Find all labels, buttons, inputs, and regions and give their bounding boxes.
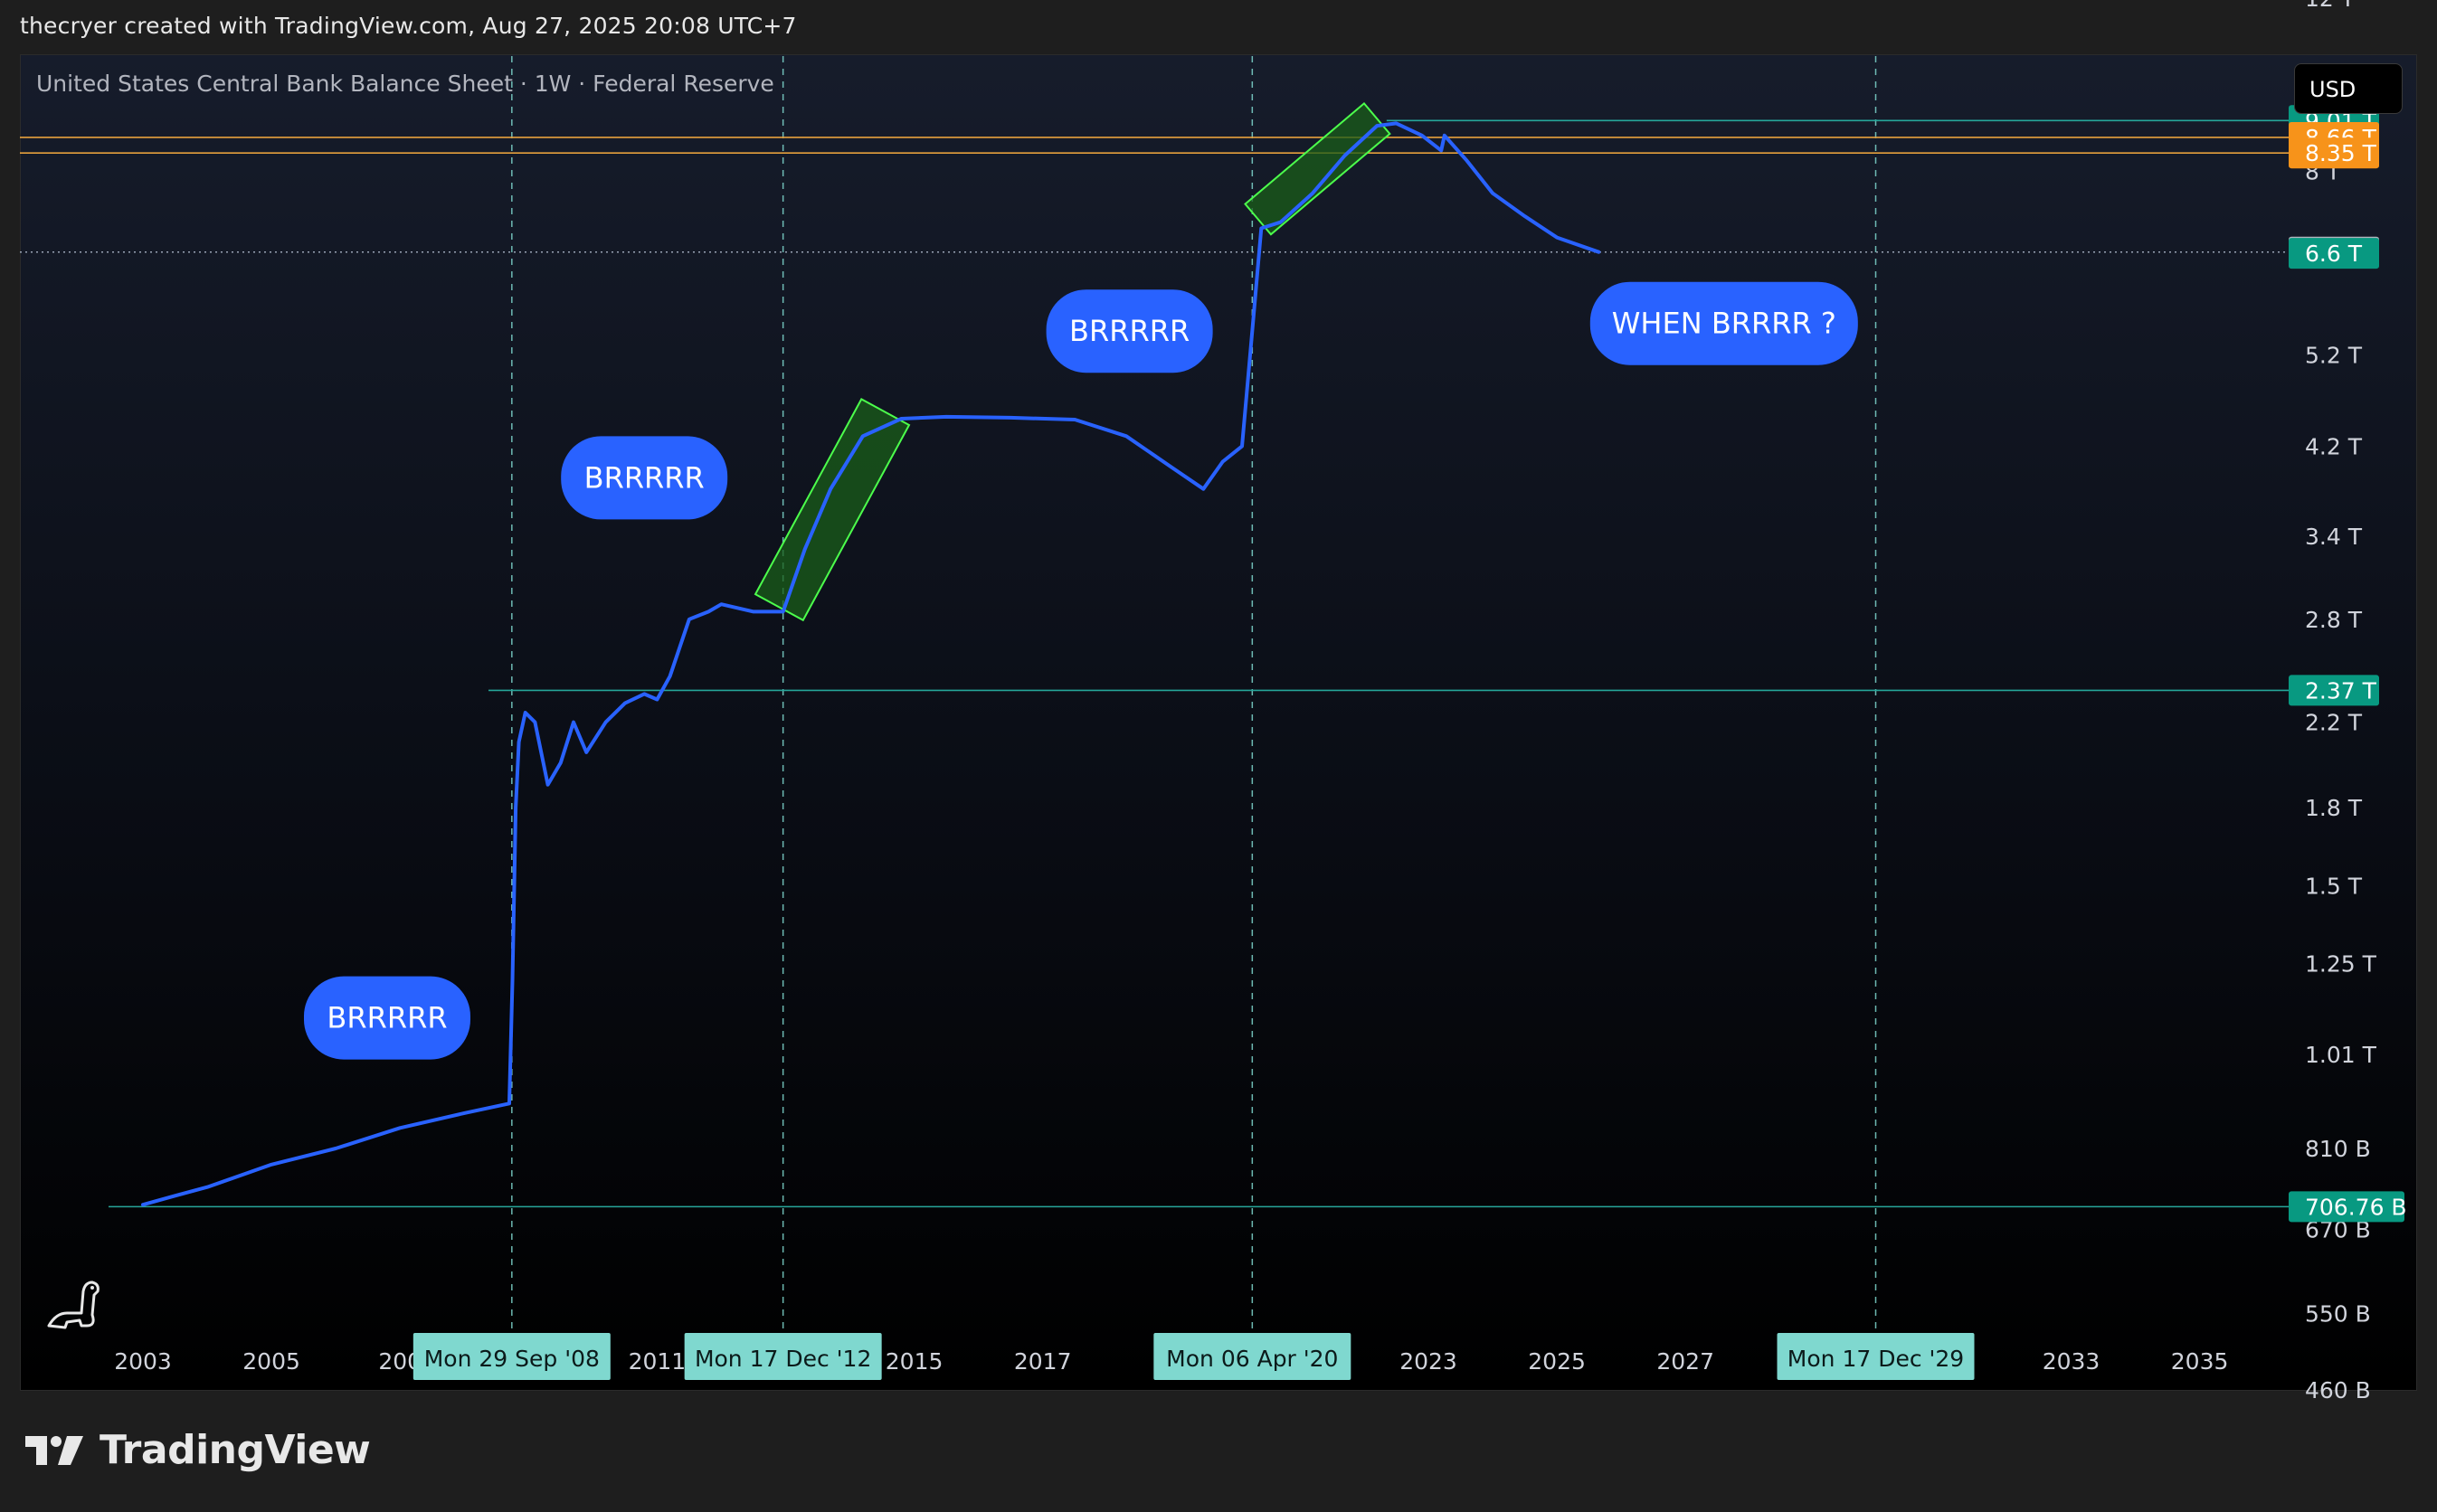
chart-legend: United States Central Bank Balance Sheet… <box>36 71 774 97</box>
tradingview-logo[interactable]: TradingView <box>24 1427 371 1473</box>
currency-button[interactable]: USD <box>2294 63 2403 114</box>
y-tick-label: 1.01 T <box>2305 1042 2377 1068</box>
y-tick-label: 1.5 T <box>2305 873 2363 899</box>
y-tick-label: 2.2 T <box>2305 710 2363 736</box>
x-tick-label: 2025 <box>1528 1348 1586 1375</box>
x-tick-label: 2015 <box>886 1348 944 1375</box>
tradingview-logo-icon <box>25 1435 83 1465</box>
annotation-text: BRRRRR <box>1069 314 1190 348</box>
x-tick-label: 2023 <box>1399 1348 1457 1375</box>
highlight-box-covid[interactable] <box>1244 101 1391 236</box>
y-tick-label: 5.2 T <box>2305 343 2363 369</box>
x-tick-label: 2027 <box>1656 1348 1714 1375</box>
y-tick-label: 460 B <box>2305 1377 2371 1403</box>
x-tick-label: 2017 <box>1014 1348 1072 1375</box>
annotation-text: WHEN BRRRR ? <box>1612 307 1836 341</box>
x-tick-label: 2011 <box>629 1348 687 1375</box>
date-marker-label: Mon 06 Apr '20 <box>1166 1346 1338 1372</box>
annotation-text: BRRRRR <box>584 460 705 495</box>
y-tick-label: 550 B <box>2305 1301 2371 1328</box>
y-tick-label: 810 B <box>2305 1136 2371 1162</box>
highlight-box-qe3[interactable] <box>754 397 911 622</box>
brand-name: TradingView <box>100 1427 371 1473</box>
price-label-text: 706.76 B <box>2305 1194 2407 1220</box>
x-tick-label: 2005 <box>242 1348 300 1375</box>
date-marker-label: Mon 17 Dec '12 <box>695 1346 871 1372</box>
y-tick-label: 2.8 T <box>2305 607 2363 633</box>
x-tick-label: 2003 <box>114 1348 172 1375</box>
chart-svg[interactable]: 15 T12 T8 T5.2 T4.2 T3.4 T2.8 T2.2 T1.8 … <box>0 0 2437 1512</box>
y-tick-label: 1.25 T <box>2305 950 2377 977</box>
price-label-text: 6.6 T <box>2305 241 2363 267</box>
dino-icon[interactable] <box>47 1280 100 1329</box>
date-marker-label: Mon 17 Dec '29 <box>1787 1346 1964 1372</box>
y-tick-label: 4.2 T <box>2305 433 2363 459</box>
y-tick-label: 12 T <box>2305 0 2356 12</box>
date-marker-label: Mon 29 Sep '08 <box>424 1346 600 1372</box>
x-tick-label: 2035 <box>2171 1348 2229 1375</box>
price-label-text: 8.35 T <box>2305 140 2377 166</box>
annotation-text: BRRRRR <box>327 1001 447 1035</box>
y-tick-label: 1.8 T <box>2305 795 2363 821</box>
x-tick-label: 2033 <box>2043 1348 2100 1375</box>
y-tick-label: 3.4 T <box>2305 524 2363 550</box>
price-label-text: 2.37 T <box>2305 677 2377 704</box>
